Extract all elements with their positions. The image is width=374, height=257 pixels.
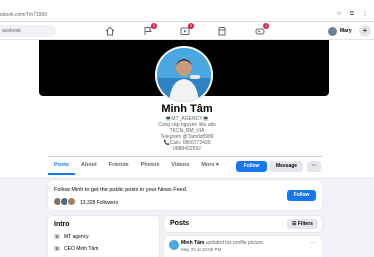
filters-label: Filters — [297, 221, 313, 227]
url-text[interactable]: ebook.com/Tm71999 — [0, 12, 47, 18]
marketplace-icon[interactable] — [217, 26, 227, 36]
followers-count[interactable]: 13,328 Followers — [80, 200, 118, 206]
follow-prompt-text: Follow Minh to get the public posts in y… — [54, 187, 188, 193]
avatar[interactable] — [169, 240, 179, 250]
profile-name: Minh Tâm — [161, 103, 213, 115]
puzzle-icon[interactable]: ⧉ — [350, 11, 354, 17]
intro-card: Intro ▣ MT agency ▣ CEO Minh Tâm — [48, 216, 159, 257]
tab-friends[interactable]: Friends — [103, 157, 135, 175]
intro-item-text: MT agency — [64, 233, 89, 240]
kebab-icon[interactable]: ⋮ — [362, 11, 368, 17]
home-icon[interactable] — [105, 26, 115, 36]
browser-toolbar-icons: ☆ ⧉ ⋮ — [336, 11, 368, 17]
follow-label: Follow — [293, 192, 310, 198]
avatar — [67, 197, 76, 206]
intro-title: Intro — [54, 221, 70, 228]
tab-photos[interactable]: Photos — [135, 157, 166, 175]
follow-button[interactable]: Follow — [236, 161, 267, 172]
message-label: Message — [275, 163, 298, 169]
search-placeholder: acebook — [2, 28, 21, 34]
post-author-name[interactable]: Minh Tâm — [181, 240, 204, 246]
watch-icon[interactable]: 3 — [180, 23, 194, 36]
profile-chip[interactable]: Mary — [328, 25, 356, 37]
profile-chip-name: Mary — [340, 28, 352, 34]
gaming-icon[interactable]: 4 — [255, 23, 269, 36]
avatar — [328, 26, 337, 36]
star-icon[interactable]: ☆ — [336, 11, 341, 17]
create-button[interactable]: + — [359, 25, 371, 37]
profile-picture-frame[interactable] — [155, 46, 213, 104]
post-action-text: updated his profile picture. — [205, 240, 265, 246]
more-options-button[interactable]: ··· — [307, 161, 321, 172]
post-header: Minh Tâm updated his profile picture. — [181, 240, 264, 246]
profile-picture — [157, 48, 211, 102]
bio-line: 0888432592 — [173, 146, 201, 152]
pages-badge: 5 — [151, 23, 157, 29]
tab-about[interactable]: About — [75, 157, 103, 175]
post-menu-icon[interactable]: ··· — [310, 240, 316, 246]
intro-item-text: CEO Minh Tâm — [64, 245, 99, 252]
intro-item: ▣ CEO Minh Tâm — [54, 245, 99, 253]
post-card: Minh Tâm updated his profile picture. Ma… — [164, 236, 322, 257]
message-button[interactable]: Message — [270, 161, 303, 172]
browser-address-bar: ebook.com/Tm71999 ☆ ⧉ ⋮ — [0, 0, 374, 22]
follow-prompt-card: Follow Minh to get the public posts in y… — [48, 180, 322, 210]
pages-flag-icon[interactable]: 5 — [143, 23, 157, 36]
tab-videos[interactable]: Videos — [165, 157, 195, 175]
facebook-top-nav: acebook 5 3 4 Mary + — [0, 22, 374, 40]
gaming-badge: 4 — [263, 23, 269, 29]
posts-title: Posts — [170, 220, 190, 227]
follow-button[interactable]: Follow — [287, 190, 316, 201]
watch-badge: 3 — [188, 23, 194, 29]
tab-more[interactable]: More ▾ — [195, 157, 224, 175]
tab-posts[interactable]: Posts — [48, 157, 75, 175]
briefcase-icon: ▣ — [54, 246, 60, 252]
filters-button[interactable]: ☰ Filters — [287, 219, 318, 229]
posts-header-card: Posts ☰ Filters — [164, 216, 322, 232]
briefcase-icon: ▣ — [54, 234, 60, 240]
post-timestamp[interactable]: May 20 at 10:58 PM — [181, 247, 221, 252]
intro-item: ▣ MT agency — [54, 233, 89, 241]
profile-header: Minh Tâm 💻MT_AGENCY💻 Cung cấp nguyên liệ… — [0, 40, 374, 177]
profile-tabs: Posts About Friends Photos Videos More ▾ — [48, 157, 225, 175]
search-input[interactable]: acebook — [0, 25, 56, 37]
follow-label: Follow — [243, 163, 260, 169]
